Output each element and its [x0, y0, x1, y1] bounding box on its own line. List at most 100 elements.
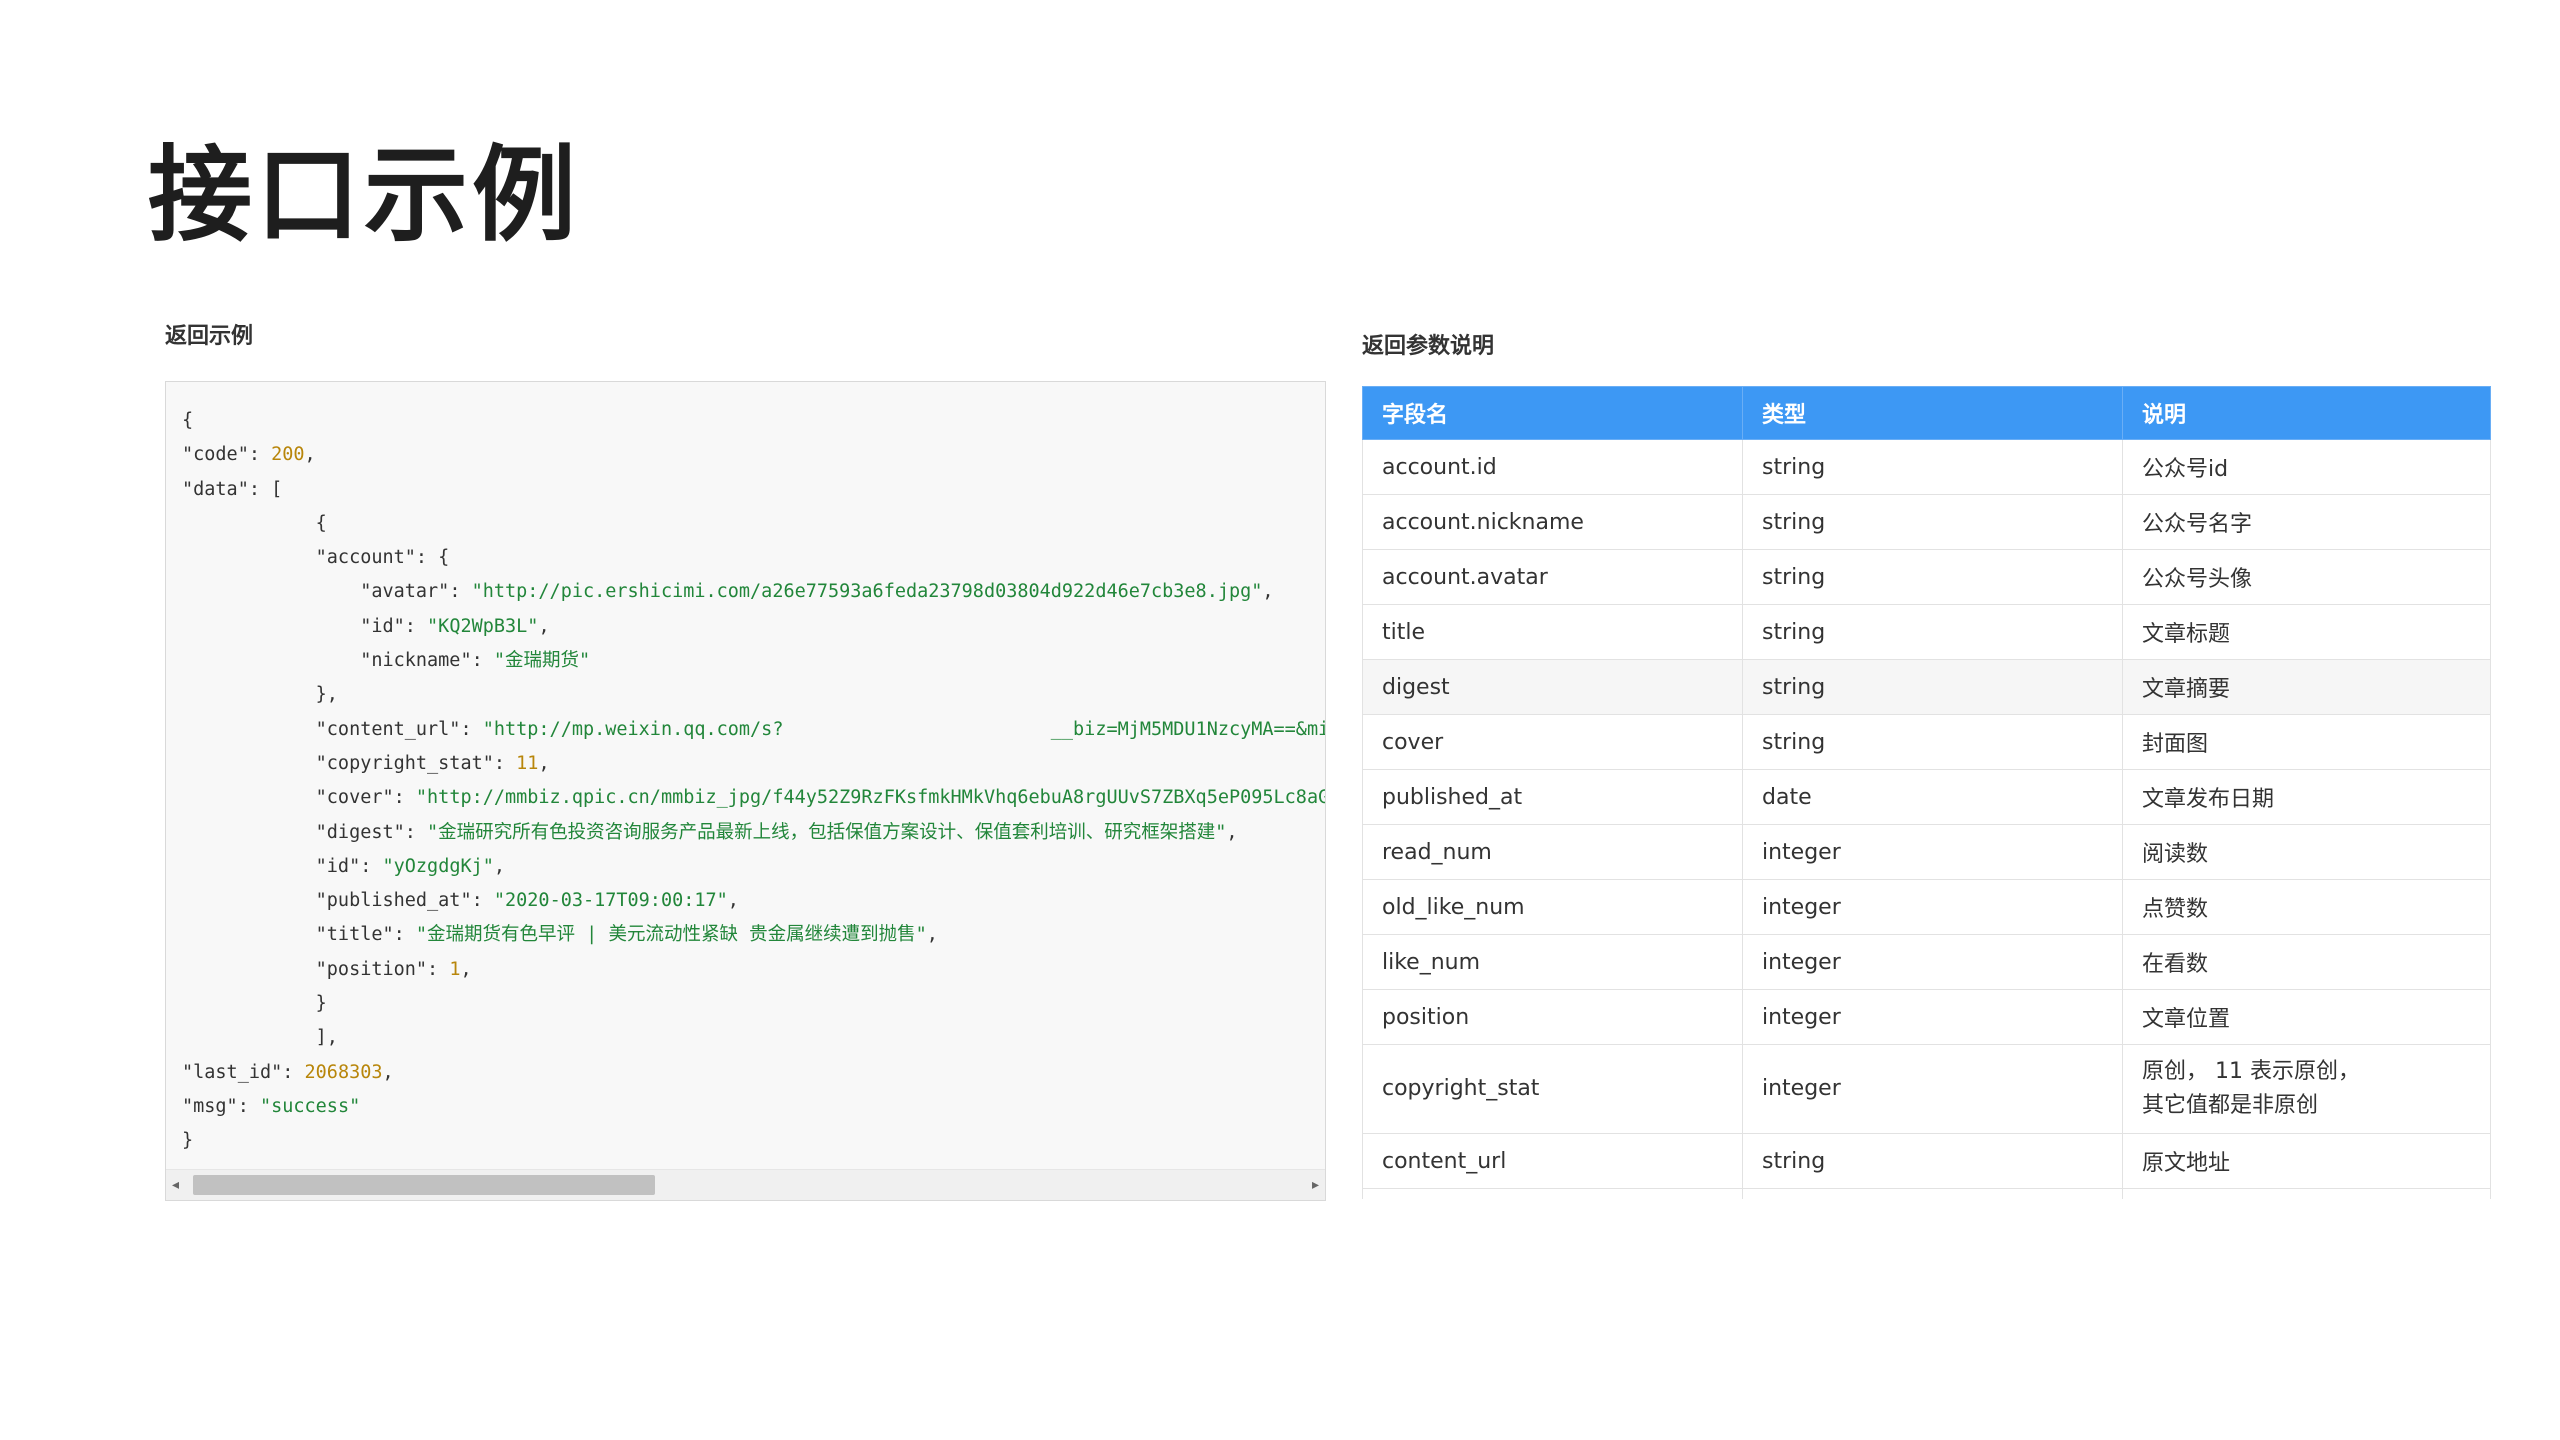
code-token: : — [471, 650, 494, 672]
cell-partial — [2122, 1188, 2491, 1199]
code-token: "account" — [182, 547, 416, 569]
table-row: account.id string 公众号id — [1362, 439, 2491, 495]
cell-type: integer — [1742, 934, 2123, 990]
code-token: "published_at" — [182, 890, 472, 912]
code-token: "id" — [182, 855, 361, 877]
code-token: : — [493, 752, 517, 774]
code-line: "digest": "金瑞研究所有色投资咨询服务产品最新上线，包括保值方案设计、… — [182, 816, 1325, 850]
cell-partial — [1362, 1188, 1743, 1199]
code-token: "position" — [182, 958, 428, 980]
scroll-left-arrow-icon[interactable]: ◂ — [172, 1177, 179, 1193]
cell-description: 封面图 — [2122, 714, 2491, 770]
code-token: { — [182, 512, 327, 534]
code-line: "id": "yOzgdgKj", — [182, 850, 1325, 884]
code-token: "code" — [182, 444, 249, 466]
code-token: , — [493, 855, 506, 877]
table-row: copyright_stat integer 原创， 11 表示原创， 其它值都是非… — [1362, 1044, 2491, 1134]
code-token: , — [460, 958, 472, 980]
scrollbar-thumb[interactable] — [193, 1175, 655, 1195]
cell-type: string — [1742, 494, 2123, 550]
table-row: content_url string 原文地址 — [1362, 1133, 2491, 1189]
cell-description: 文章发布日期 — [2122, 769, 2491, 825]
code-token: : — [282, 1061, 305, 1083]
header-description: 说明 — [2122, 386, 2491, 440]
code-token: "http://mmbiz.qpic.cn/mmbiz_jpg/f44y52Z9… — [415, 787, 1325, 809]
code-token: "avatar" — [182, 581, 450, 603]
cell-description: 公众号名字 — [2122, 494, 2491, 550]
cell-description: 原文地址 — [2122, 1133, 2491, 1189]
code-token: : — [404, 615, 428, 637]
table-row: title string 文章标题 — [1362, 604, 2491, 660]
cell-description: 点赞数 — [2122, 879, 2491, 935]
code-token: "msg" — [182, 1095, 238, 1117]
code-token: : — [360, 855, 383, 877]
page-title: 接口示例 — [148, 134, 581, 256]
code-token: "http://pic.ershicimi.com/a26e77593a6fed… — [471, 581, 1263, 603]
horizontal-scrollbar[interactable]: ◂ ▸ — [166, 1169, 1325, 1200]
code-line: "msg": "success" — [182, 1090, 1325, 1124]
code-token: : — [404, 821, 428, 843]
code-token: "nickname" — [182, 650, 472, 672]
cell-field-name: account.avatar — [1362, 549, 1743, 605]
code-token: "cover" — [182, 787, 394, 809]
cell-field-name: old_like_num — [1362, 879, 1743, 935]
code-token: }, — [182, 684, 338, 706]
code-line: } — [182, 1124, 1325, 1158]
cell-field-name: account.id — [1362, 439, 1743, 495]
cell-description: 在看数 — [2122, 934, 2491, 990]
code-token: "last_id" — [182, 1061, 283, 1083]
code-line: ], — [182, 1021, 1325, 1055]
cell-type: string — [1742, 1133, 2123, 1189]
code-token: , — [382, 1061, 394, 1083]
cell-field-name: copyright_stat — [1362, 1044, 1743, 1134]
cell-partial — [1742, 1188, 2123, 1199]
response-params-label: 返回参数说明 — [1362, 334, 1495, 359]
code-line: "title": "金瑞期货有色早评 | 美元流动性紧缺 贵金属继续遭到抛售", — [182, 918, 1325, 952]
code-line: { — [182, 507, 1325, 541]
code-token: "金瑞期货" — [493, 650, 591, 672]
code-line: "copyright_stat": 11, — [182, 747, 1325, 781]
code-token: : — [248, 444, 272, 466]
scroll-right-arrow-icon[interactable]: ▸ — [1312, 1177, 1319, 1193]
code-token: "content_url" — [182, 718, 461, 740]
code-token: { — [182, 410, 194, 431]
cell-field-name: position — [1362, 989, 1743, 1045]
table-header-row: 字段名 类型 说明 — [1362, 386, 2491, 440]
code-token: : — [237, 1095, 260, 1117]
code-line: "id": "KQ2WpB3L", — [182, 610, 1325, 644]
code-body: {"code": 200, "data": [ { "account": { "a… — [182, 404, 1325, 1166]
cell-description: 公众号id — [2122, 439, 2491, 495]
header-field-name: 字段名 — [1362, 386, 1743, 440]
cell-type: string — [1742, 439, 2123, 495]
cell-type: date — [1742, 769, 2123, 825]
code-line: "position": 1, — [182, 953, 1325, 987]
code-token: "copyright_stat" — [182, 752, 494, 774]
code-token: : — [427, 958, 450, 980]
code-line: "published_at": "2020-03-17T09:00:17", — [182, 884, 1325, 918]
code-token: 2068303 — [304, 1061, 383, 1083]
response-example-label: 返回示例 — [165, 324, 254, 349]
code-token: "id" — [182, 615, 405, 637]
code-line: "avatar": "http://pic.ershicimi.com/a26e… — [182, 575, 1325, 609]
table-row: account.avatar string 公众号头像 — [1362, 549, 2491, 605]
code-line: "content_url": "http://mp.weixin.qq.com/… — [182, 713, 1325, 747]
code-token: "KQ2WpB3L" — [427, 615, 539, 637]
code-token: ], — [182, 1027, 338, 1049]
cell-type: integer — [1742, 879, 2123, 935]
cell-type: integer — [1742, 989, 2123, 1045]
table-row: read_num integer 阅读数 — [1362, 824, 2491, 880]
table-row: position integer 文章位置 — [1362, 989, 2491, 1045]
code-token: : — [471, 890, 494, 912]
code-token: 11 — [516, 752, 539, 774]
code-example-panel[interactable]: {"code": 200, "data": [ { "account": { "a… — [165, 381, 1326, 1201]
cell-description: 文章位置 — [2122, 989, 2491, 1045]
code-line: } — [182, 987, 1325, 1021]
code-token: : — [449, 581, 472, 603]
cell-field-name: read_num — [1362, 824, 1743, 880]
code-token: , — [538, 752, 550, 774]
table-row: old_like_num integer 点赞数 — [1362, 879, 2491, 935]
code-token: , — [1226, 821, 1238, 843]
cell-description: 原创， 11 表示原创， 其它值都是非原创 — [2122, 1044, 2491, 1134]
cell-type: string — [1742, 659, 2123, 715]
cell-description: 阅读数 — [2122, 824, 2491, 880]
